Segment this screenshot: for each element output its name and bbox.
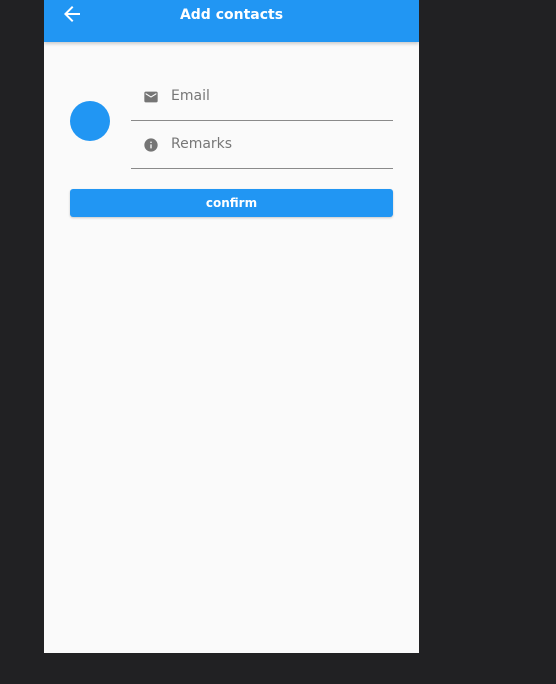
page-title: Add contacts xyxy=(179,7,284,23)
email-field xyxy=(131,80,393,121)
email-input[interactable] xyxy=(171,84,381,108)
app-window: Add contacts confirm xyxy=(44,0,419,653)
app-bar: Add contacts xyxy=(44,0,419,42)
avatar[interactable] xyxy=(70,101,110,141)
info-icon xyxy=(143,137,159,153)
mail-icon xyxy=(143,89,159,105)
confirm-button[interactable]: confirm xyxy=(70,189,393,217)
remarks-field xyxy=(131,128,393,169)
remarks-input[interactable] xyxy=(171,132,381,156)
